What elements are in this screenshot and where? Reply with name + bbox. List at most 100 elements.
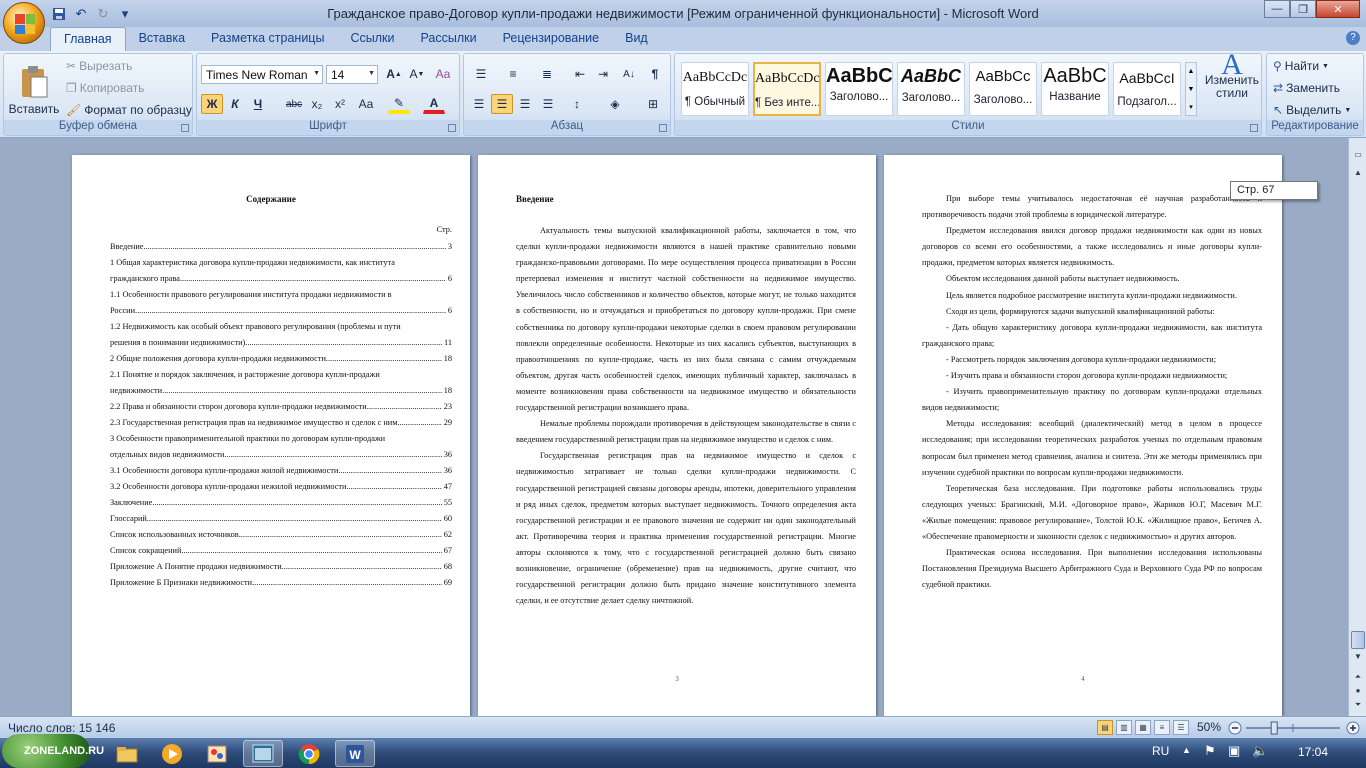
toc-entry[interactable]: Приложение Б Признаки недвижимости......… [110,575,452,591]
toc-entry[interactable]: 2 Общие положения договора купли-продажи… [110,351,452,367]
strikethrough-button[interactable]: abc [283,94,305,114]
zoom-knob[interactable] [1270,721,1278,735]
grow-font-button[interactable]: A ▲ [383,64,405,84]
toc-entry[interactable]: 2.3 Государственная регистрация прав на … [110,415,452,431]
outline-icon[interactable]: ≡ [1154,720,1170,735]
style-title[interactable]: AaBbC Название [1041,62,1109,116]
font-size-combo[interactable]: 14 ▼ [326,65,378,84]
find-button[interactable]: ⚲ Найти ▼ [1273,59,1329,73]
scroll-up-icon[interactable]: ▲ [1351,166,1365,180]
style-normal[interactable]: AaBbCcDc ¶ Обычный [681,62,749,116]
toc-entry[interactable]: отдельных видов недвижимости............… [110,447,452,463]
network-icon[interactable]: ▣ [1228,743,1240,759]
toc-entry[interactable]: 1.2 Недвижимость как особый объект право… [110,319,452,335]
office-button[interactable] [3,2,45,44]
superscript-button[interactable]: x² [329,94,351,114]
toc-entry[interactable]: гражданского права......................… [110,271,452,287]
ruler-toggle-icon[interactable]: ▭ [1351,148,1365,162]
zoom-slider[interactable] [1228,721,1360,735]
start-button[interactable]: ZONELAND.RU [2,734,104,768]
zoom-level[interactable]: 50% [1197,720,1221,734]
cut-button[interactable]: ✂ Вырезать [66,59,132,73]
web-layout-icon[interactable]: ▦ [1135,720,1151,735]
tray-expand-icon[interactable]: ▲ [1182,745,1191,755]
select-button[interactable]: ↖ Выделить ▼ [1273,103,1351,117]
page-continued[interactable]: При выборе темы учитывалось недостаточна… [884,155,1282,716]
action-center-icon[interactable]: ⚑ [1204,743,1216,759]
highlight-icon[interactable]: ✎ [388,94,410,114]
language-indicator[interactable]: RU [1152,744,1169,758]
help-icon[interactable]: ? [1346,31,1360,45]
toc-entry[interactable]: 2.1 Понятие и порядок заключения, и раст… [110,367,452,383]
scroll-thumb[interactable] [1351,631,1365,649]
shrink-font-button[interactable]: A ▼ [406,64,428,84]
toc-entry[interactable]: недвижимости............................… [110,383,452,399]
numbering-icon[interactable]: ≡ [502,64,524,84]
styles-scroll-icon[interactable]: ▲ ▼ ▾ [1185,62,1197,116]
clipboard-launcher-icon[interactable] [181,124,189,132]
toc-entry[interactable]: 3.2 Особенности договора купли-продажи н… [110,479,452,495]
toc-entry[interactable]: России..................................… [110,303,452,319]
toc-entry[interactable]: Заключение..............................… [110,495,452,511]
volume-icon[interactable]: 🔈 [1252,743,1268,759]
page-intro[interactable]: Введение Актуальность темы выпускной ква… [478,155,876,716]
scroll-down-icon[interactable]: ▼ [1351,650,1365,664]
chrome-icon[interactable] [289,740,329,767]
style-heading3[interactable]: AaBbCc Заголово... [969,62,1037,116]
styles-launcher-icon[interactable] [1250,124,1258,132]
toc-entry[interactable]: 3 Особенности правоприменительной практи… [110,431,452,447]
toc-entry[interactable]: 1 Общая характеристика договора купли-пр… [110,255,452,271]
copy-button[interactable]: ❐ Копировать [66,81,144,95]
change-case-button[interactable]: Aa [355,94,377,114]
toc-entry[interactable]: 1.1 Особенности правового регулирования … [110,287,452,303]
toc-entry[interactable]: Введение................................… [110,239,452,255]
align-left-icon[interactable]: ☰ [468,94,490,114]
bullets-icon[interactable]: ☰ [470,64,492,84]
justify-icon[interactable]: ☰ [537,94,559,114]
subscript-button[interactable]: x₂ [306,94,328,114]
replace-button[interactable]: ⇄ Заменить [1273,81,1340,95]
close-button[interactable]: ✕ [1316,0,1360,18]
minimize-button[interactable]: — [1264,0,1290,18]
bold-button[interactable]: Ж [201,94,223,114]
align-right-icon[interactable]: ☰ [514,94,536,114]
tab-mailings[interactable]: Рассылки [407,27,489,51]
format-painter-button[interactable]: 🖌 Формат по образцу [66,103,192,117]
change-styles-button[interactable]: A Изменить стили [1203,50,1261,100]
tab-page-layout[interactable]: Разметка страницы [198,27,337,51]
toc-entry[interactable]: решения в понимании недвижимости).......… [110,335,452,351]
draft-icon[interactable]: ☰ [1173,720,1189,735]
font-color-icon[interactable]: A [423,94,445,114]
font-name-combo[interactable]: Times New Roman ▼ [201,65,323,84]
maximize-button[interactable]: ❐ [1290,0,1316,18]
word-count[interactable]: Число слов: 15 146 [8,721,115,735]
paste-button[interactable]: Вставить [8,56,60,116]
clock[interactable]: 17:04 [1298,745,1328,759]
toc-entry[interactable]: 3.1 Особенности договора купли-продажи ж… [110,463,452,479]
sort-icon[interactable]: A↓ [618,64,640,84]
increase-indent-icon[interactable]: ⇥ [592,64,614,84]
toc-entry[interactable]: Приложение А Понятие продажи недвижимост… [110,559,452,575]
browse-object-icon[interactable]: ● [1351,684,1365,698]
full-screen-reading-icon[interactable]: ▥ [1116,720,1132,735]
style-heading2[interactable]: AaBbC Заголово... [897,62,965,116]
print-layout-icon[interactable]: ▤ [1097,720,1113,735]
paint-icon[interactable] [197,740,237,767]
tab-insert[interactable]: Вставка [126,27,198,51]
font-launcher-icon[interactable] [448,124,456,132]
toc-entry[interactable]: Глоссарий...............................… [110,511,452,527]
previous-page-icon[interactable]: ⏶ [1351,670,1365,684]
tab-references[interactable]: Ссылки [337,27,407,51]
style-heading1[interactable]: AaBbC Заголово... [825,62,893,116]
word-icon[interactable]: W [335,740,375,767]
align-center-icon[interactable]: ☰ [491,94,513,114]
tab-view[interactable]: Вид [612,27,661,51]
style-no-spacing[interactable]: AaBbCcDc ¶ Без инте... [753,62,821,116]
page-toc[interactable]: Содержание Стр. Введение................… [72,155,470,716]
document-area[interactable]: Содержание Стр. Введение................… [0,138,1348,716]
style-subtitle[interactable]: AaBbCcI Подзагол... [1113,62,1181,116]
tab-review[interactable]: Рецензирование [490,27,613,51]
italic-button[interactable]: К [224,94,246,114]
toc-entry[interactable]: Список сокращений.......................… [110,543,452,559]
next-page-icon[interactable]: ⏷ [1351,698,1365,712]
